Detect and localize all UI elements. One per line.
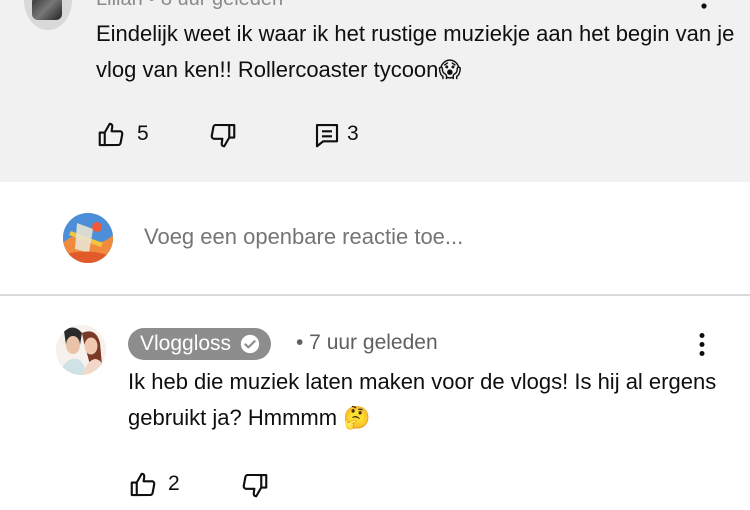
commenter-avatar[interactable] (24, 0, 72, 30)
thumb-up-icon[interactable] (96, 120, 126, 150)
commenter-avatar[interactable] (56, 325, 106, 375)
highlighted-comment: Lilian • 8 uur geleden Eindelijk weet ik… (0, 0, 750, 182)
author-badge[interactable]: Vloggloss (128, 328, 272, 360)
reply-count: 3 (347, 122, 359, 145)
comment-icon[interactable] (312, 120, 342, 150)
thumb-down-icon[interactable] (208, 120, 238, 150)
thumb-down-icon[interactable] (240, 470, 270, 500)
more-vertical-icon[interactable] (694, 0, 714, 12)
like-count: 5 (137, 122, 149, 145)
verified-check-icon (240, 334, 260, 354)
add-comment-input[interactable] (144, 224, 704, 250)
more-vertical-icon[interactable] (692, 332, 712, 358)
user-avatar-image (63, 213, 113, 263)
comment-text: Ik heb die muziek laten maken voor de vl… (128, 369, 717, 430)
thumb-up-icon[interactable] (128, 470, 158, 500)
comment-author[interactable]: Lilian (96, 0, 143, 10)
divider (0, 294, 750, 296)
comment-time: • 7 uur geleden (296, 331, 438, 354)
comment-text: Eindelijk weet ik waar ik het rustige mu… (96, 21, 735, 82)
comment-time: 8 uur geleden (161, 0, 283, 10)
comment-author[interactable]: Vloggloss (140, 332, 231, 356)
avatar-image (56, 325, 106, 375)
comment-separator: • (148, 0, 161, 10)
comment-header: Lilian • 8 uur geleden (96, 0, 283, 11)
user-avatar (63, 213, 113, 263)
like-count: 2 (168, 472, 180, 495)
